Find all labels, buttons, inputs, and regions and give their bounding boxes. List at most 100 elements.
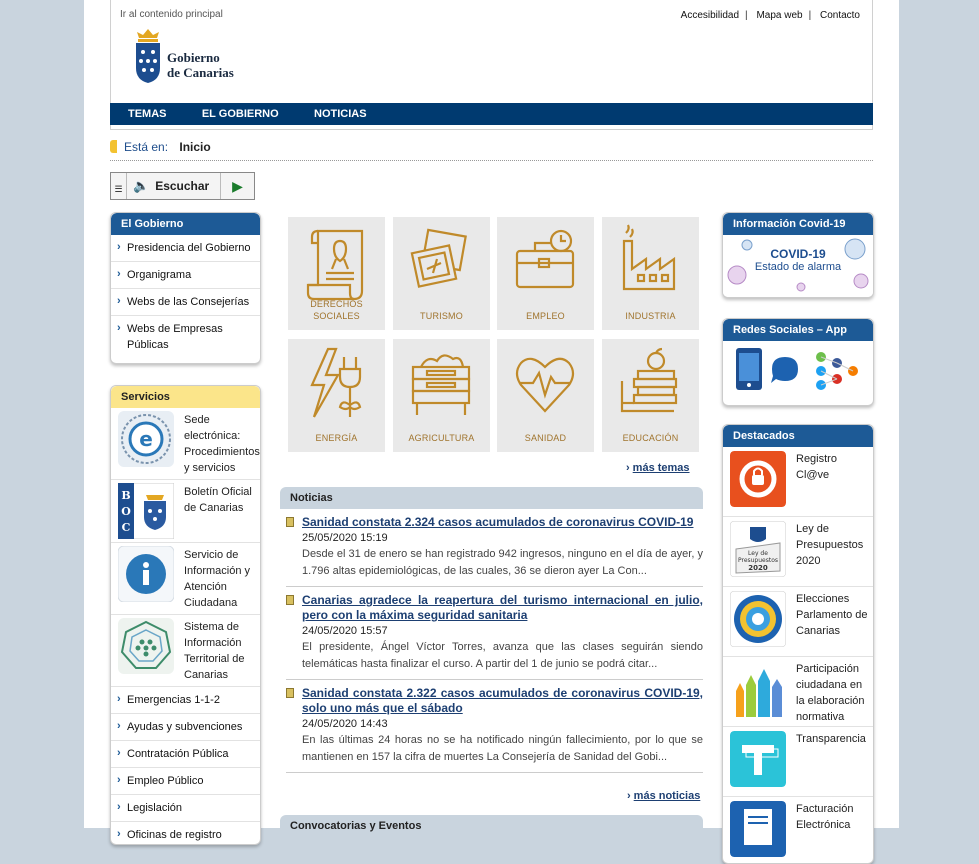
- dest-item-participacion[interactable]: Participación ciudadana en la elaboració…: [723, 657, 873, 727]
- tile-energia[interactable]: ENERGÍA: [288, 339, 385, 452]
- tile-turismo[interactable]: TURISMO: [393, 217, 490, 330]
- smartphone-icon[interactable]: [735, 347, 763, 391]
- breadcrumb-current: Inicio: [179, 140, 211, 154]
- contact-link[interactable]: Contacto: [820, 10, 860, 21]
- breadcrumb: Está en: Inicio: [110, 140, 211, 154]
- gobierno-item[interactable]: Presidencia del Gobierno: [111, 235, 260, 262]
- servicios-item-link[interactable]: Ayudas y subvenciones: [127, 721, 242, 733]
- serv-label[interactable]: Sede electrónica: Procedimientos y servi…: [184, 411, 260, 476]
- tile-label: EMPLEO: [526, 311, 565, 321]
- dest-item-elecciones[interactable]: Elecciones Parlamento de Canarias: [723, 587, 873, 657]
- convocatorias-title: Convocatorias y Eventos: [280, 815, 703, 837]
- serv-item-boc[interactable]: B O C Boletín Oficial de Canarias: [111, 480, 260, 543]
- transparencia-icon: [730, 731, 786, 787]
- sitemap-link[interactable]: Mapa web: [756, 10, 802, 21]
- tile-educacion[interactable]: EDUCACIÓN: [602, 339, 699, 452]
- servicios-item-link[interactable]: Empleo Público: [127, 775, 203, 787]
- news-bullet-icon: [286, 595, 294, 605]
- gobierno-item[interactable]: Webs de las Consejerías: [111, 289, 260, 316]
- gobierno-item-link[interactable]: Organigrama: [127, 269, 191, 281]
- social-network-icons[interactable]: [813, 349, 863, 393]
- destacados-box: Destacados Registro Cl@ve Ley de Presupu…: [722, 424, 874, 864]
- servicios-item-link[interactable]: Emergencias 1-1-2: [127, 694, 220, 706]
- gobierno-logo[interactable]: Gobierno de Canarias: [133, 28, 273, 84]
- dest-item-clave[interactable]: Registro Cl@ve: [723, 447, 873, 517]
- servicios-item[interactable]: Contratación Pública: [111, 741, 260, 768]
- presupuestos-caption3: 2020: [748, 564, 768, 572]
- more-news-link[interactable]: más noticias: [627, 790, 701, 802]
- gobierno-item-link[interactable]: Webs de las Consejerías: [127, 296, 249, 308]
- more-topics-link[interactable]: más temas: [626, 462, 690, 474]
- nav-temas[interactable]: TEMAS: [128, 103, 167, 125]
- servicios-item[interactable]: Empleo Público: [111, 768, 260, 795]
- skip-to-content-link[interactable]: Ir al contenido principal: [120, 9, 223, 20]
- news-item-title[interactable]: Sanidad constata 2.324 casos acumulados …: [286, 515, 703, 530]
- tile-sanidad[interactable]: SANIDAD: [497, 339, 594, 452]
- tile-agricultura[interactable]: AGRICULTURA: [393, 339, 490, 452]
- serv-label[interactable]: Boletín Oficial de Canarias: [184, 483, 260, 539]
- scroll-ribbon-icon: [306, 229, 364, 301]
- main-nav: TEMAS EL GOBIERNO NOTICIAS: [110, 103, 873, 125]
- servicios-list: Emergencias 1-1-2 Ayudas y subvenciones …: [111, 687, 260, 844]
- servicios-item[interactable]: Emergencias 1-1-2: [111, 687, 260, 714]
- servicios-item-link[interactable]: Oficinas de registro: [127, 829, 222, 841]
- news-item-title[interactable]: Canarias agradece la reapertura del turi…: [286, 593, 703, 623]
- redes-box-title: Redes Sociales – App: [723, 319, 873, 341]
- heart-pulse-icon: [515, 357, 575, 413]
- play-icon[interactable]: ▶: [220, 173, 254, 199]
- news-item-date: 25/05/2020 15:19: [302, 532, 388, 544]
- listen-widget: ☰ 🔈 Escuchar ▶: [110, 172, 255, 200]
- news-item-title[interactable]: Sanidad constata 2.322 casos acumulados …: [286, 686, 703, 716]
- nav-el-gobierno[interactable]: EL GOBIERNO: [202, 103, 279, 125]
- covid-banner-line1: COVID-19: [770, 247, 826, 261]
- crate-icon: [411, 354, 471, 415]
- gobierno-item[interactable]: Webs de Empresas Públicas: [111, 316, 260, 358]
- tile-label: INDUSTRIA: [625, 311, 676, 321]
- svg-text:B: B: [121, 489, 130, 502]
- gobierno-item-link[interactable]: Webs de Empresas Públicas: [127, 323, 223, 351]
- dest-label[interactable]: Registro Cl@ve: [796, 451, 873, 516]
- gobierno-box: El Gobierno Presidencia del Gobierno Org…: [110, 212, 261, 364]
- tile-empleo[interactable]: EMPLEO: [497, 217, 594, 330]
- servicios-item[interactable]: Oficinas de registro: [111, 822, 260, 844]
- presupuestos-caption2: Presupuestos: [738, 557, 778, 564]
- servicios-item-link[interactable]: Contratación Pública: [127, 748, 229, 760]
- dest-label[interactable]: Elecciones Parlamento de Canarias: [796, 591, 873, 656]
- nav-noticias[interactable]: NOTICIAS: [314, 103, 367, 125]
- dest-item-factura[interactable]: Facturación Electrónica: [723, 797, 873, 863]
- gobierno-item-link[interactable]: Presidencia del Gobierno: [127, 242, 251, 254]
- gobierno-item[interactable]: Organigrama: [111, 262, 260, 289]
- tile-industria[interactable]: INDUSTRIA: [602, 217, 699, 330]
- dest-label[interactable]: Ley de Presupuestos 2020: [796, 521, 873, 586]
- servicios-item-link[interactable]: Legislación: [127, 802, 182, 814]
- dest-label[interactable]: Facturación Electrónica: [796, 801, 873, 863]
- dest-label[interactable]: Transparencia: [796, 731, 866, 796]
- chat-bubble-icon[interactable]: [770, 355, 800, 385]
- accessibility-link[interactable]: Accesibilidad: [681, 10, 739, 21]
- dest-item-transparencia[interactable]: Transparencia: [723, 727, 873, 797]
- news-item-text: En las últimas 24 horas no se ha notific…: [302, 734, 703, 763]
- tile-derechos-sociales[interactable]: DERECHOS SOCIALES: [288, 217, 385, 330]
- serv-item-sit[interactable]: Sistema de Información Territorial de Ca…: [111, 615, 260, 687]
- bolt-plug-icon: [310, 347, 362, 418]
- covid-box: Información Covid-19 COVID-19 Estado de …: [722, 212, 874, 298]
- breadcrumb-label: Está en:: [124, 140, 169, 154]
- presupuestos-caption1: Ley de: [748, 550, 768, 557]
- destacados-box-title: Destacados: [723, 425, 873, 447]
- news-bullet-icon: [286, 688, 294, 698]
- serv-item-info[interactable]: Servicio de Información y Atención Ciuda…: [111, 543, 260, 615]
- serv-label[interactable]: Servicio de Información y Atención Ciuda…: [184, 546, 260, 611]
- menu-icon[interactable]: ☰: [111, 173, 127, 199]
- dest-item-presupuestos[interactable]: Ley de Presupuestos 2020 Ley de Presupue…: [723, 517, 873, 587]
- serv-item-sede[interactable]: e Sede electrónica: Procedimientos y ser…: [111, 408, 260, 480]
- dest-label[interactable]: Participación ciudadana en la elaboració…: [796, 661, 873, 726]
- serv-label[interactable]: Sistema de Información Territorial de Ca…: [184, 618, 260, 683]
- servicios-item[interactable]: Legislación: [111, 795, 260, 822]
- servicios-item[interactable]: Ayudas y subvenciones: [111, 714, 260, 741]
- photos-plane-icon: [410, 228, 467, 288]
- clave-icon: [730, 451, 786, 507]
- covid-banner[interactable]: COVID-19 Estado de alarma: [723, 235, 873, 297]
- servicios-box-title: Servicios: [111, 386, 260, 408]
- logo-line1: Gobierno: [167, 50, 220, 65]
- listen-button[interactable]: Escuchar: [155, 179, 209, 193]
